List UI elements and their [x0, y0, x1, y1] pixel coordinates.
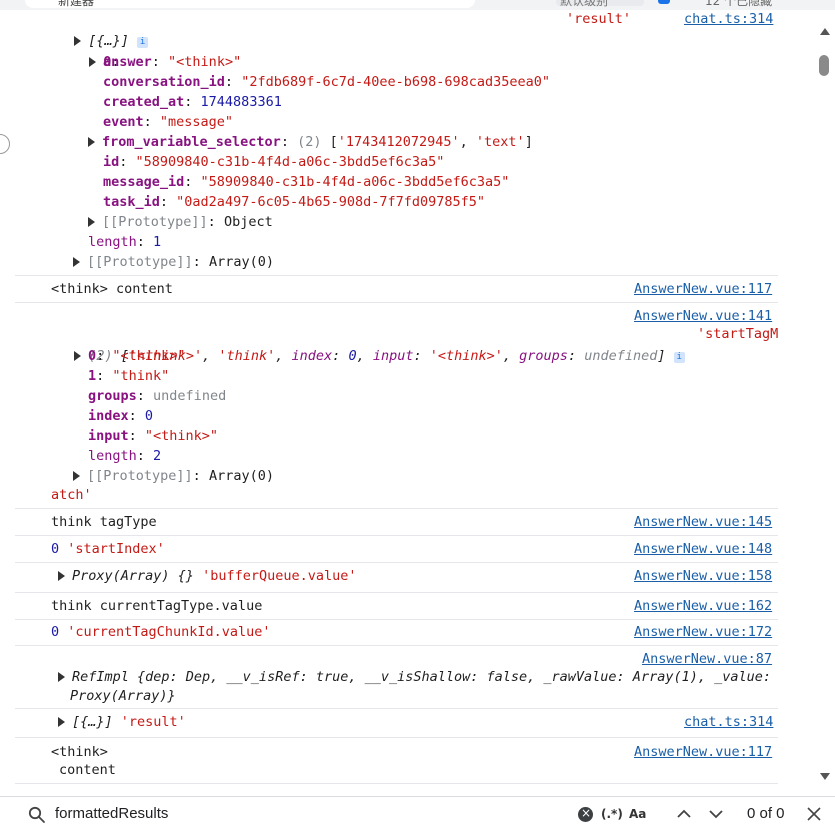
log-separator: [15, 562, 778, 563]
prop-row: length: 2: [88, 448, 162, 464]
log-entry-proxy[interactable]: Proxy(Array) {} 'bufferQueue.value': [58, 566, 357, 586]
source-link[interactable]: AnswerNew.vue:87: [642, 649, 772, 669]
expand-triangle-icon[interactable]: [58, 717, 65, 727]
scroll-up-icon[interactable]: [820, 28, 830, 35]
info-icon[interactable]: i: [673, 352, 685, 363]
expand-triangle-icon[interactable]: [58, 672, 65, 682]
level-dropdown-label: 默认级别: [560, 0, 609, 8]
clear-search-icon[interactable]: ×: [578, 806, 593, 822]
hidden-count: 12 个已隐藏: [705, 0, 773, 8]
vertical-scrollbar[interactable]: [815, 28, 835, 783]
close-icon[interactable]: [806, 806, 822, 822]
log-separator: [15, 783, 778, 784]
log-label: 'result': [566, 11, 632, 27]
log-label-end: atch': [51, 487, 92, 503]
info-icon[interactable]: i: [137, 37, 149, 48]
source-link[interactable]: AnswerNew.vue:117: [634, 742, 772, 762]
prop-row: id: "58909840-c31b-4f4d-a06c-3bdd5ef6c3a…: [103, 154, 445, 170]
log-separator: [15, 645, 778, 646]
expand-triangle-icon[interactable]: [58, 571, 65, 581]
prop-row: conversation_id: "2fdb689f-6c7d-40ee-b69…: [103, 74, 551, 90]
prop-row: input: "<think>": [88, 428, 219, 444]
source-link[interactable]: AnswerNew.vue:148: [634, 539, 772, 559]
log-label-start: 'startTagM: [697, 326, 779, 342]
log-entry-text: think tagType: [51, 514, 157, 530]
expand-triangle-icon[interactable]: [88, 217, 95, 227]
regex-toggle[interactable]: (.*): [601, 807, 623, 821]
log-entry-text: <think>: [51, 744, 108, 760]
object-index-row[interactable]: 0:: [73, 32, 120, 70]
expand-triangle-icon[interactable]: [89, 57, 97, 67]
log-separator: [15, 535, 778, 536]
prop-row: created_at: 1744883361: [103, 94, 282, 110]
log-separator: [15, 302, 778, 303]
prop-row: answer: "<think>": [103, 54, 242, 70]
scroll-down-icon[interactable]: [820, 773, 830, 780]
source-link[interactable]: chat.ts:314: [684, 712, 773, 732]
scrollbar-thumb[interactable]: [819, 55, 829, 76]
expand-triangle-icon[interactable]: [73, 257, 80, 267]
log-separator: [15, 592, 778, 593]
prop-row: 1: "think": [88, 368, 170, 384]
log-entry-number: 0 'startIndex': [51, 541, 165, 557]
prop-row: message_id: "58909840-c31b-4f4d-a06c-3bd…: [103, 174, 510, 190]
log-separator: [15, 708, 778, 709]
prop-row: task_id: "0ad2a497-6c05-4b65-908d-7f7fd0…: [103, 194, 486, 210]
length-row: length: 1: [88, 234, 162, 250]
message-icon[interactable]: [658, 0, 670, 4]
log-entry-refimpl[interactable]: RefImpl {dep: Dep, __v_isRef: true, __v_…: [58, 667, 771, 687]
prop-row: index: 0: [88, 408, 154, 424]
log-entry-result[interactable]: [{…}] 'result': [58, 712, 186, 732]
source-link[interactable]: AnswerNew.vue:162: [634, 596, 772, 616]
log-separator: [15, 508, 778, 509]
prop-row-expandable[interactable]: from_variable_selector: (2) ['1743412072…: [88, 132, 533, 152]
log-entry-result[interactable]: [{…}] i: [58, 11, 149, 49]
log-separator: [15, 737, 778, 738]
source-link[interactable]: chat.ts:314: [684, 9, 773, 29]
source-link[interactable]: AnswerNew.vue:145: [634, 512, 772, 532]
log-entry-refimpl-cont: Proxy(Array)}: [70, 688, 176, 704]
source-link[interactable]: AnswerNew.vue:172: [634, 622, 772, 642]
expand-triangle-icon[interactable]: [74, 351, 82, 361]
log-entry-text: <think> content: [51, 281, 173, 297]
log-entry-array[interactable]: (2) ['<think>', 'think', index: 0, input…: [58, 326, 685, 364]
browser-tab-title: 新建器: [58, 0, 95, 8]
search-input[interactable]: formattedResults: [55, 805, 168, 822]
chevron-down-icon[interactable]: [708, 807, 724, 821]
log-entry-number: 0 'currentTagChunkId.value': [51, 624, 271, 640]
drawer-handle[interactable]: [0, 134, 10, 154]
search-result-count: 0 of 0: [747, 805, 785, 822]
prototype-row[interactable]: [[Prototype]]: Array(0): [73, 466, 274, 486]
chevron-up-icon[interactable]: [676, 807, 692, 821]
console-search-bar: formattedResults × (.*) Aa 0 of 0: [0, 796, 835, 831]
log-separator: [15, 275, 778, 276]
log-entry-text-cont: content: [59, 762, 116, 778]
search-icon: [28, 806, 45, 823]
match-case-toggle[interactable]: Aa: [629, 807, 646, 821]
log-entry-text: think currentTagType.value: [51, 598, 263, 614]
prop-row: 0: "<think>": [88, 348, 186, 364]
expand-triangle-icon[interactable]: [73, 471, 80, 481]
prop-row: event: "message": [103, 114, 234, 130]
prop-row: groups: undefined: [88, 388, 227, 404]
prototype-row[interactable]: [[Prototype]]: Object: [88, 212, 273, 232]
source-link[interactable]: AnswerNew.vue:158: [634, 566, 772, 586]
log-separator: [15, 619, 778, 620]
source-link[interactable]: AnswerNew.vue:117: [634, 279, 772, 299]
prototype-row[interactable]: [[Prototype]]: Array(0): [73, 252, 274, 272]
expand-triangle-icon[interactable]: [88, 137, 95, 147]
source-link[interactable]: AnswerNew.vue:141: [634, 306, 772, 326]
